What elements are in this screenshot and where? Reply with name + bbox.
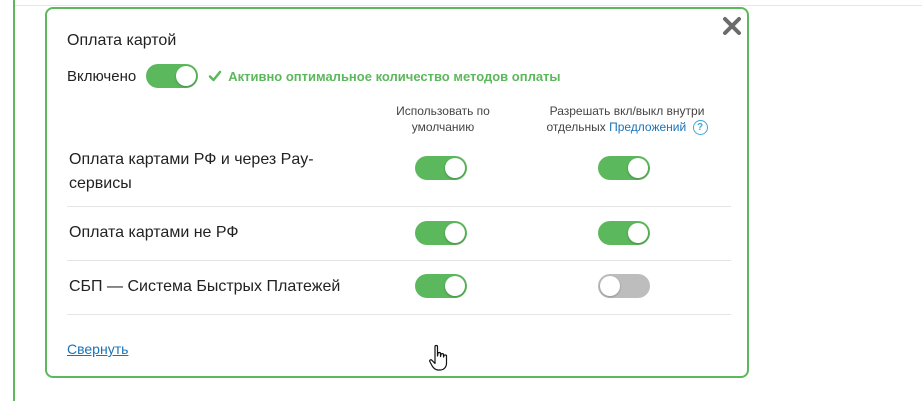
allow-toggle-ru-cards[interactable] (598, 156, 650, 180)
method-label-line1: Оплата картами не РФ (69, 224, 239, 241)
method-label: Оплата картами не РФ (69, 221, 239, 245)
method-label-line2: сервисы (69, 175, 132, 192)
method-row-foreign-cards: Оплата картами не РФ (67, 207, 731, 261)
column-header-allow-prefix: отдельных (546, 120, 606, 134)
collapse-link[interactable]: Свернуть (67, 341, 128, 357)
toggle-knob (445, 276, 465, 296)
offers-link[interactable]: Предложений (609, 120, 686, 134)
check-icon (208, 70, 222, 82)
method-label-line1: СБП — Система Быстрых Платежей (69, 278, 341, 295)
method-row-sbp: СБП — Система Быстрых Платежей (67, 261, 731, 315)
enabled-row: Включено Активно оптимальное количество … (67, 63, 561, 89)
allow-toggle-foreign-cards[interactable] (598, 221, 650, 245)
close-icon[interactable] (721, 15, 743, 37)
column-header-default-line2: умолчанию (411, 120, 475, 134)
column-header-default: Использовать по умолчанию (377, 103, 509, 135)
enabled-label: Включено (67, 67, 137, 85)
default-toggle-sbp[interactable] (415, 274, 467, 298)
toggle-knob (176, 66, 197, 86)
method-label-line1: Оплата картами РФ и через Pay- (69, 151, 314, 168)
default-toggle-ru-cards[interactable] (415, 156, 467, 180)
column-header-default-line1: Использовать по (396, 104, 490, 118)
page-left-border (13, 0, 15, 401)
default-toggle-foreign-cards[interactable] (415, 221, 467, 245)
toggle-knob (628, 158, 648, 178)
column-header-allow: Разрешать вкл/выкл внутри отдельных Пред… (527, 103, 727, 136)
card-payment-panel: Оплата картой Включено Активно оптимальн… (45, 7, 749, 378)
method-label: СБП — Система Быстрых Платежей (69, 275, 340, 299)
toggle-knob (445, 223, 465, 243)
column-header-allow-line2: отдельных Предложений ? (527, 119, 727, 136)
method-label: Оплата картами РФ и через Pay- сервисы (69, 148, 314, 196)
hand-cursor-icon (429, 344, 448, 371)
column-header-allow-line1: Разрешать вкл/выкл внутри (549, 104, 705, 118)
toggle-knob (628, 223, 648, 243)
status-text: Активно оптимальное количество методов о… (228, 68, 561, 84)
top-divider (15, 5, 922, 6)
toggle-knob (600, 276, 620, 296)
allow-toggle-sbp[interactable] (598, 274, 650, 298)
enabled-toggle[interactable] (146, 64, 199, 88)
help-icon[interactable]: ? (692, 120, 708, 136)
toggle-knob (445, 158, 465, 178)
card-title: Оплата картой (67, 32, 177, 49)
method-row-ru-cards: Оплата картами РФ и через Pay- сервисы (67, 146, 731, 207)
